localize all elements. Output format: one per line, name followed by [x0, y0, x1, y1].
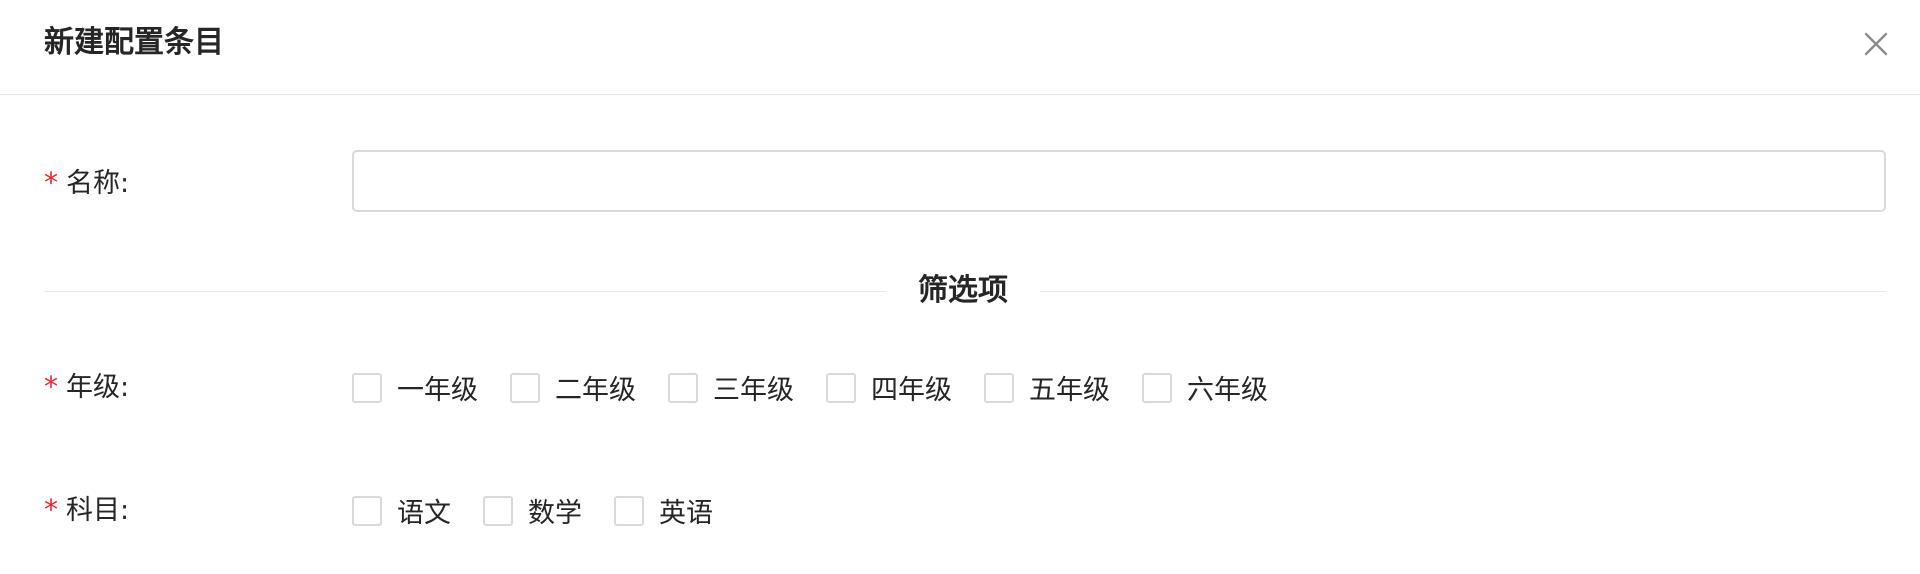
checkbox[interactable]: [984, 372, 1014, 403]
name-label: 名称:: [66, 168, 130, 199]
checkbox[interactable]: [1142, 372, 1172, 403]
divider-line-left: [44, 291, 886, 292]
divider-line-right: [1040, 291, 1886, 292]
checkbox-label: 二年级: [555, 375, 636, 406]
checkbox[interactable]: [483, 495, 513, 526]
modal-title: 新建配置条目: [44, 25, 224, 60]
filter-divider: 筛选项: [44, 266, 1886, 316]
grade-checkbox-grade-6[interactable]: 六年级: [1142, 368, 1268, 407]
checkbox[interactable]: [352, 372, 382, 403]
modal-header: 新建配置条目: [0, 0, 1920, 95]
checkbox-label: 语文: [397, 498, 451, 529]
subject-checkbox-group: 语文 数学 英语: [352, 491, 745, 530]
close-button[interactable]: [1858, 26, 1894, 62]
checkbox-label: 一年级: [397, 375, 478, 406]
grade-checkbox-grade-5[interactable]: 五年级: [984, 368, 1110, 407]
grade-label: 年级:: [66, 372, 130, 403]
close-icon: [1864, 32, 1888, 56]
required-mark: *: [44, 493, 58, 526]
checkbox-label: 四年级: [871, 375, 952, 406]
checkbox[interactable]: [352, 495, 382, 526]
subject-form-label: * 科目:: [44, 488, 129, 527]
checkbox-label: 五年级: [1029, 375, 1110, 406]
checkbox[interactable]: [668, 372, 698, 403]
checkbox[interactable]: [510, 372, 540, 403]
grade-checkbox-grade-2[interactable]: 二年级: [510, 368, 636, 407]
checkbox[interactable]: [614, 495, 644, 526]
checkbox-label: 六年级: [1187, 375, 1268, 406]
checkbox-label: 数学: [528, 498, 582, 529]
grade-checkbox-grade-4[interactable]: 四年级: [826, 368, 952, 407]
divider-title: 筛选项: [918, 273, 1008, 308]
grade-checkbox-grade-1[interactable]: 一年级: [352, 368, 478, 407]
name-input[interactable]: [352, 150, 1886, 212]
name-form-label: * 名称:: [44, 161, 129, 200]
required-mark: *: [44, 166, 58, 199]
config-entry-modal: 新建配置条目 * 名称: 筛选项 * 年级: 一年级 二年级 三年级 四年级 五…: [0, 0, 1920, 574]
subject-checkbox-math[interactable]: 数学: [483, 491, 582, 530]
grade-form-label: * 年级:: [44, 365, 129, 404]
subject-checkbox-english[interactable]: 英语: [614, 491, 713, 530]
required-mark: *: [44, 370, 58, 403]
checkbox-label: 英语: [659, 498, 713, 529]
checkbox[interactable]: [826, 372, 856, 403]
grade-checkbox-group: 一年级 二年级 三年级 四年级 五年级 六年级: [352, 368, 1300, 407]
subject-label: 科目:: [66, 495, 130, 526]
checkbox-label: 三年级: [713, 375, 794, 406]
grade-checkbox-grade-3[interactable]: 三年级: [668, 368, 794, 407]
subject-checkbox-chinese[interactable]: 语文: [352, 491, 451, 530]
